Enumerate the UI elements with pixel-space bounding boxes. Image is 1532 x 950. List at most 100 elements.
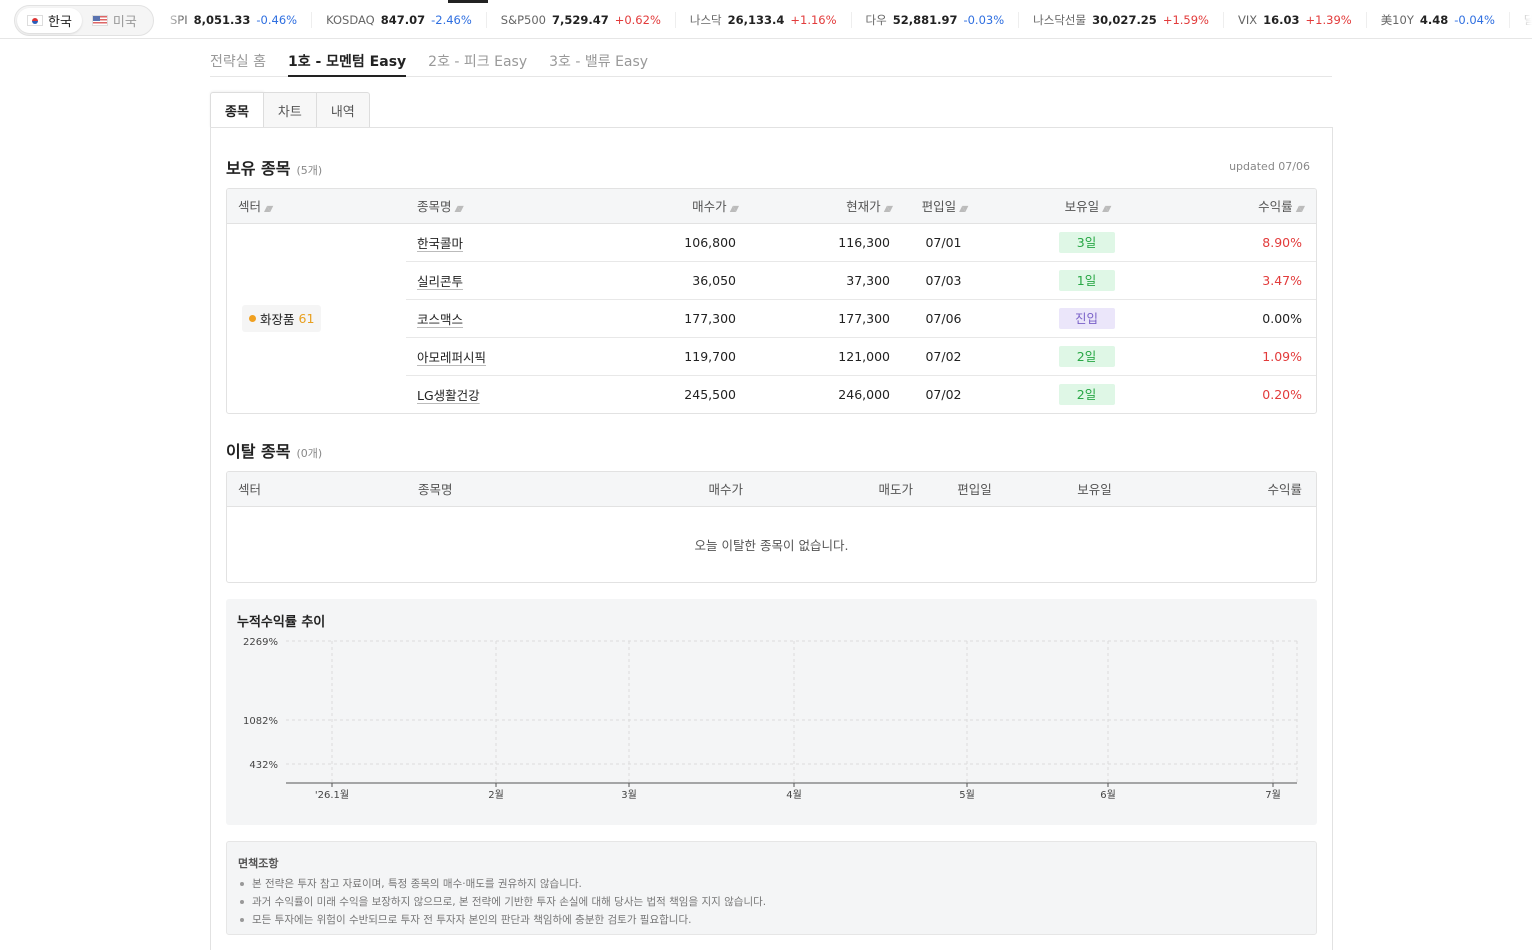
sector-dot-icon (249, 314, 256, 322)
stock-name-link[interactable]: 실리콘투 (417, 274, 463, 289)
sector-chip[interactable]: 화장품 61 (242, 304, 322, 332)
return-rate: 0.00% (1190, 299, 1316, 338)
holdings-column-header[interactable]: 편입일 ▲▼ (904, 189, 983, 224)
holdings-column-header[interactable]: 수익률 ▲▼ (1190, 189, 1316, 224)
entry-date: 07/06 (904, 299, 983, 338)
exited-empty-row: 오늘 이탈한 종목이 없습니다. (227, 506, 1316, 582)
stock-name-link[interactable]: 코스맥스 (417, 312, 463, 327)
ticker-list: SPI8,051.33-0.46%KOSDAQ847.07-2.46%S&P50… (170, 0, 1532, 38)
market-us-label: 미국 (112, 15, 137, 30)
ticker-item[interactable]: KOSDAQ 847.07 -2.46% (312, 11, 487, 28)
ticker-name: KOSDAQ (326, 12, 375, 27)
current-price: 37,300 (750, 261, 904, 300)
exited-column-header: 편입일 (927, 472, 1022, 507)
current-price: 116,300 (750, 223, 904, 262)
disclaimer-item: 본 전략은 투자 참고 자료이며, 특정 종목의 매수·매도를 권유하지 않습니… (238, 875, 1305, 893)
buy-price: 177,300 (636, 299, 750, 338)
view-tab[interactable]: 종목 (210, 92, 264, 128)
holdings-column-header[interactable]: 종목명 ▲▼ (406, 189, 636, 224)
holding-days-badge: 2일 (1058, 383, 1115, 405)
strategy-tab[interactable]: 전략실 홈 (210, 44, 266, 77)
ticker-item[interactable]: VIX 16.03 +1.39% (1224, 11, 1367, 28)
ticker-item[interactable]: 美10Y 4.48 -0.04% (1367, 11, 1510, 28)
market-ticker-bar: 한국 미국 SPI8,051.33-0.46%KOSDAQ847.07-2.46… (0, 0, 1532, 39)
ticker-change: +0.62% (614, 12, 661, 27)
exited-column-header: 매도가 (757, 472, 927, 507)
stock-name-cell: 한국콜마 (406, 223, 636, 262)
holding-days-cell: 2일 (983, 337, 1190, 376)
market-korea-label: 한국 (48, 15, 72, 30)
x-tick-label: 7월 (1265, 789, 1281, 801)
ticker-item[interactable]: 나스닥선물 30,027.25 +1.59% (1019, 11, 1224, 28)
ticker-item[interactable]: S&P500 7,529.47 +0.62% (487, 11, 676, 28)
holdings-column-header[interactable]: 보유일 ▲▼ (983, 189, 1190, 224)
strategy-tab[interactable]: 1호 - 모멘텀 Easy (287, 44, 407, 77)
return-rate: 8.90% (1190, 223, 1316, 262)
buy-price: 36,050 (636, 261, 750, 300)
holdings-title-text: 보유 종목 (226, 159, 291, 178)
disclaimer-item: 모든 투자에는 위험이 수반되므로 투자 전 투자자 본인의 판단과 책임하에 … (238, 911, 1305, 929)
holding-days-cell: 2일 (983, 375, 1190, 413)
sort-icon: ▲▼ (959, 204, 968, 214)
sort-icon: ▲▼ (1295, 204, 1305, 214)
market-toggle[interactable]: 한국 미국 (14, 5, 154, 36)
ticker-value: 52,881.97 (892, 12, 958, 27)
stock-name-cell: LG생활건강 (406, 375, 636, 413)
sort-icon: ▲▼ (729, 204, 739, 214)
exited-column-header: 보유일 (1022, 472, 1167, 507)
buy-price: 119,700 (636, 337, 750, 376)
holdings-row[interactable]: 화장품 61 한국콜마 106,800 116,300 07/01 3일 8.90% (227, 223, 1316, 332)
view-tab[interactable]: 차트 (263, 92, 317, 128)
holdings-column-header[interactable]: 섹터 ▲▼ (227, 189, 406, 224)
return-rate: 0.20% (1262, 386, 1302, 402)
stock-name-link[interactable]: 아모레퍼시픽 (417, 350, 486, 365)
holdings-column-header[interactable]: 매수가 ▲▼ (636, 189, 750, 224)
holding-days-badge: 3일 (1058, 231, 1115, 253)
view-tab[interactable]: 내역 (316, 92, 370, 128)
strategy-tab[interactable]: 3호 - 밸류 Easy (549, 44, 648, 77)
current-price: 177,300 (750, 299, 904, 338)
view-tabs: 종목 차트 내역 (210, 92, 370, 128)
exited-header-row: 섹터 종목명 매수가 매도가 편입일 보유일 수익률 (227, 472, 1316, 507)
exited-table: 섹터 종목명 매수가 매도가 편입일 보유일 수익률 오늘 이탈한 종목이 없습니다. (226, 471, 1317, 583)
y-tick-label: 2269% (243, 637, 278, 648)
holding-days-badge: 진입 (1058, 307, 1115, 329)
ticker-name: 나스닥선물 (1033, 12, 1087, 27)
ticker-name: 美10Y (1380, 12, 1414, 27)
sort-icon: ▲▼ (454, 204, 464, 214)
buy-price: 245,500 (684, 386, 736, 402)
y-tick-label: 1082% (243, 716, 278, 727)
current-price: 246,000 (838, 386, 890, 402)
ticker-item[interactable]: SPI8,051.33-0.46% (170, 11, 313, 28)
stock-name-link[interactable]: LG생활건강 (417, 388, 480, 403)
holdings-column-header[interactable]: 현재가 ▲▼ (750, 189, 904, 224)
holdings-table: 섹터 ▲▼ 종목명 ▲▼ 매수가 ▲▼ 현재가 ▲▼ 편입일 ▲▼ 보유일 ▲▼ 수익률 ▲▼ 화장품 61… (226, 188, 1317, 414)
content-panel: 보유 종목 (5개) updated 07/06 섹터 ▲▼ 종목명 ▲▼ 매수가 ▲▼ 현… (210, 127, 1333, 950)
ticker-change: -0.03% (963, 12, 1005, 27)
ticker-item[interactable]: 다우 52,881.97 -0.03% (852, 11, 1020, 28)
ticker-item[interactable]: 나스닥 26,133.4 +1.16% (676, 11, 852, 28)
disclaimer-box: 면책조항 본 전략은 투자 참고 자료이며, 특정 종목의 매수·매도를 권유하… (226, 841, 1317, 935)
stock-name-cell: 코스맥스 (406, 299, 636, 338)
ticker-value: 30,027.25 (1092, 12, 1157, 27)
exited-column-header: 섹터 (227, 472, 407, 507)
strategy-tab[interactable]: 2호 - 피크 Easy (428, 44, 527, 77)
exited-count: (0개) (296, 447, 323, 460)
ticker-fade-left (160, 0, 184, 38)
ticker-name: 다우 (865, 12, 887, 27)
holdings-count: (5개) (296, 164, 323, 177)
sector-cell: 화장품 61 (227, 223, 406, 413)
exited-title: 이탈 종목 (0개) (226, 438, 322, 462)
ticker-value: 16.03 (1263, 12, 1300, 27)
us-flag-icon (91, 15, 108, 26)
sort-icon: ▲▼ (264, 204, 273, 214)
strategy-tabs: 전략실 홈 1호 - 모멘텀 Easy 2호 - 피크 Easy 3호 - 밸류 Ea… (210, 44, 1332, 77)
stock-name-link[interactable]: 한국콜마 (417, 236, 463, 251)
ticker-change: +1.16% (790, 12, 837, 27)
exited-column-header: 매수가 (627, 472, 757, 507)
market-us-button[interactable]: 미국 (82, 8, 147, 33)
ticker-value: 4.48 (1419, 12, 1449, 27)
buy-price: 106,800 (636, 223, 750, 262)
market-korea-button[interactable]: 한국 (17, 8, 82, 33)
holding-days-cell: 1일 (983, 261, 1190, 300)
